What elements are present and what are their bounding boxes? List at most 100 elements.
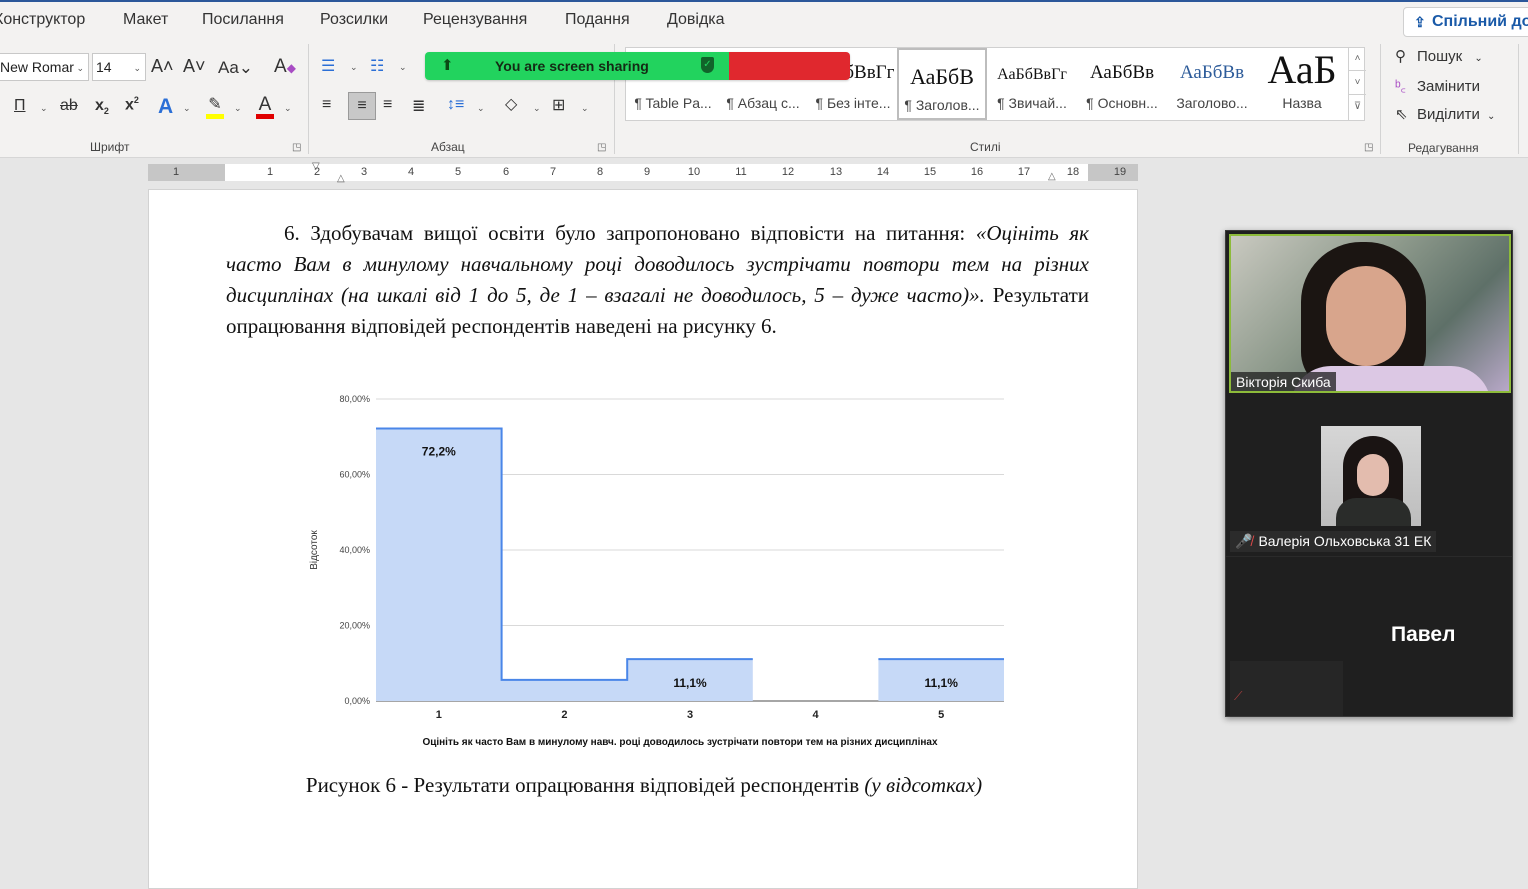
participant-tile-3-label[interactable]: ⟋ [1230, 661, 1343, 716]
style-normal[interactable]: АаБбВвГг ¶ Звичай... [987, 48, 1077, 120]
font-group-label: Шрифт [90, 140, 130, 154]
first-line-indent-marker[interactable]: ▽ [312, 161, 320, 172]
font-name-select[interactable]: New Romar ⌄ [0, 53, 89, 81]
style-sample: АаБбВв [1089, 62, 1155, 83]
change-case-icon[interactable]: Aa⌄ [218, 58, 253, 78]
style-sample: АаБ [1267, 47, 1337, 92]
replace-icon: ᵇ꜀ [1395, 78, 1406, 95]
borders-icon[interactable]: ⊞ [552, 95, 565, 115]
participant-avatar [1321, 426, 1421, 526]
chevron-up-icon[interactable]: ˄ [1349, 47, 1366, 71]
group-separator [1518, 44, 1519, 154]
find-label: Пошук [1417, 48, 1463, 65]
shield-check-icon[interactable]: ✓ [701, 57, 714, 73]
x-tick-label: 1 [436, 709, 442, 721]
style-sample: АаБбВвГг [997, 66, 1067, 83]
grow-font-icon[interactable]: A˄ [151, 56, 174, 77]
numbering-icon[interactable]: ☷ [370, 56, 384, 76]
subscript-icon[interactable]: x2 [95, 97, 109, 116]
style-name: ¶ Table Pa... [634, 95, 712, 111]
ruler-tick: 16 [970, 166, 984, 178]
font-dialog-launcher-icon[interactable]: ◳ [292, 142, 301, 153]
chevron-down-icon[interactable]: ⌄ [581, 103, 589, 114]
superscript-icon[interactable]: x2 [125, 95, 139, 114]
ribbon-tab-bar: Конструктор Макет Посилання Розсилки Рец… [0, 2, 1528, 40]
align-center-icon[interactable]: ≡ [348, 92, 376, 120]
more-styles-icon[interactable]: ⊽ [1349, 95, 1366, 119]
participant-name: Павел [1391, 623, 1456, 646]
chevron-down-icon[interactable]: ⌄ [40, 103, 48, 114]
right-indent-marker[interactable]: △ [1048, 171, 1056, 182]
ruler-tick: 19 [1113, 166, 1127, 178]
bullets-icon[interactable]: ☰ [321, 56, 335, 76]
ruler-tick: 3 [360, 166, 368, 178]
paragraph-dialog-launcher-icon[interactable]: ◳ [597, 142, 606, 153]
align-left-icon[interactable]: ≡ [322, 96, 331, 114]
tab-view[interactable]: Подання [565, 11, 630, 29]
tab-design[interactable]: Конструктор [0, 11, 85, 29]
x-tick-label: 2 [561, 709, 567, 721]
chevron-down-icon[interactable]: ⌄ [284, 103, 292, 114]
shading-icon[interactable]: ◇ [505, 94, 517, 114]
chevron-down-icon[interactable]: ⌄ [533, 103, 541, 114]
chevron-down-icon[interactable]: ⌄ [350, 62, 358, 73]
group-separator [308, 44, 309, 154]
replace-button[interactable]: ᵇ꜀ Замінити [1395, 76, 1480, 96]
stop-share-button[interactable]: Stop Share [729, 52, 850, 80]
style-sample: АаБбВ [910, 64, 974, 89]
ruler-tick: 18 [1066, 166, 1080, 178]
font-color-icon[interactable]: A [256, 94, 274, 119]
chevron-down-icon[interactable]: ˅ [1349, 71, 1366, 95]
cursor-icon: ⇖ [1395, 106, 1408, 123]
x-tick-label: 5 [938, 709, 944, 721]
tab-mailings[interactable]: Розсилки [320, 11, 388, 29]
editing-group-label: Редагування [1408, 141, 1479, 155]
strikethrough-icon[interactable]: ab [60, 97, 78, 115]
chevron-down-icon[interactable]: ⌄ [234, 103, 242, 114]
underline-icon[interactable]: П [14, 97, 26, 115]
font-size-select[interactable]: 14 ⌄ [92, 53, 146, 81]
document-page[interactable]: 6. Здобувачам вищої освіти було запропон… [148, 189, 1138, 889]
y-tick-label: 0,00% [344, 696, 370, 706]
horizontal-ruler[interactable]: 1 1 2 3 4 5 6 7 8 9 10 11 12 13 14 15 16 17 18 19 ▽ △ △ [148, 161, 1138, 184]
text-effects-icon[interactable]: A [158, 95, 173, 119]
align-right-icon[interactable]: ≡ [383, 96, 392, 114]
shrink-font-icon[interactable]: A˅ [183, 56, 206, 77]
mic-muted-icon: 🎤̸ [1235, 533, 1253, 549]
participant-tile-active[interactable]: Вікторія Скиба [1229, 234, 1511, 393]
style-name: ¶ Основн... [1086, 95, 1158, 111]
tab-review[interactable]: Рецензування [423, 11, 527, 29]
styles-dialog-launcher-icon[interactable]: ◳ [1364, 142, 1373, 153]
chart: 0,00% 20,00% 40,00% 60,00% 80,00% 1 72,2% 2 3 11… [309, 394, 1004, 748]
style-heading[interactable]: АаБбВ ¶ Заголов... [897, 48, 987, 120]
style-body[interactable]: АаБбВв ¶ Основн... [1077, 48, 1167, 120]
chevron-down-icon[interactable]: ⌄ [183, 103, 191, 114]
style-title[interactable]: АаБ Назва [1257, 47, 1347, 120]
participant-video-face [1326, 266, 1406, 366]
chevron-down-icon: ⌄ [1487, 111, 1496, 122]
chevron-down-icon[interactable]: ⌄ [399, 62, 407, 73]
chevron-down-icon: ⌄ [133, 63, 141, 73]
share-button[interactable]: ⇪ Спільний до [1403, 7, 1528, 37]
line-spacing-icon[interactable]: ↕≡ [447, 96, 464, 114]
replace-label: Замінити [1417, 78, 1480, 95]
participant-tile-2-label[interactable]: 🎤̸ Валерія Ольховська 31 ЕК [1230, 531, 1437, 552]
screen-share-status[interactable]: ⬆ You are screen sharing ✓ [425, 52, 729, 80]
tab-help[interactable]: Довідка [667, 11, 725, 29]
clear-formatting-icon[interactable]: A◆ [274, 56, 296, 78]
ruler-tick: 8 [596, 166, 604, 178]
left-indent-marker[interactable]: △ [337, 173, 345, 184]
tab-layout[interactable]: Макет [123, 11, 168, 29]
ruler-left-margin [148, 164, 225, 181]
ruler-tick: 12 [781, 166, 795, 178]
chevron-down-icon: ⌄ [1474, 53, 1483, 64]
select-button[interactable]: ⇖ Виділити ⌄ [1395, 105, 1495, 123]
tab-references[interactable]: Посилання [202, 11, 284, 29]
highlight-icon[interactable]: ✎ [206, 94, 224, 119]
style-heading-2[interactable]: АаБбВв Заголово... [1167, 48, 1257, 120]
styles-scroll: ˄ ˅ ⊽ [1348, 47, 1366, 121]
chevron-down-icon[interactable]: ⌄ [477, 103, 485, 114]
find-button[interactable]: ⚲ Пошук ⌄ [1395, 47, 1483, 65]
data-label: 11,1% [673, 676, 707, 690]
justify-icon[interactable]: ≣ [412, 96, 425, 116]
